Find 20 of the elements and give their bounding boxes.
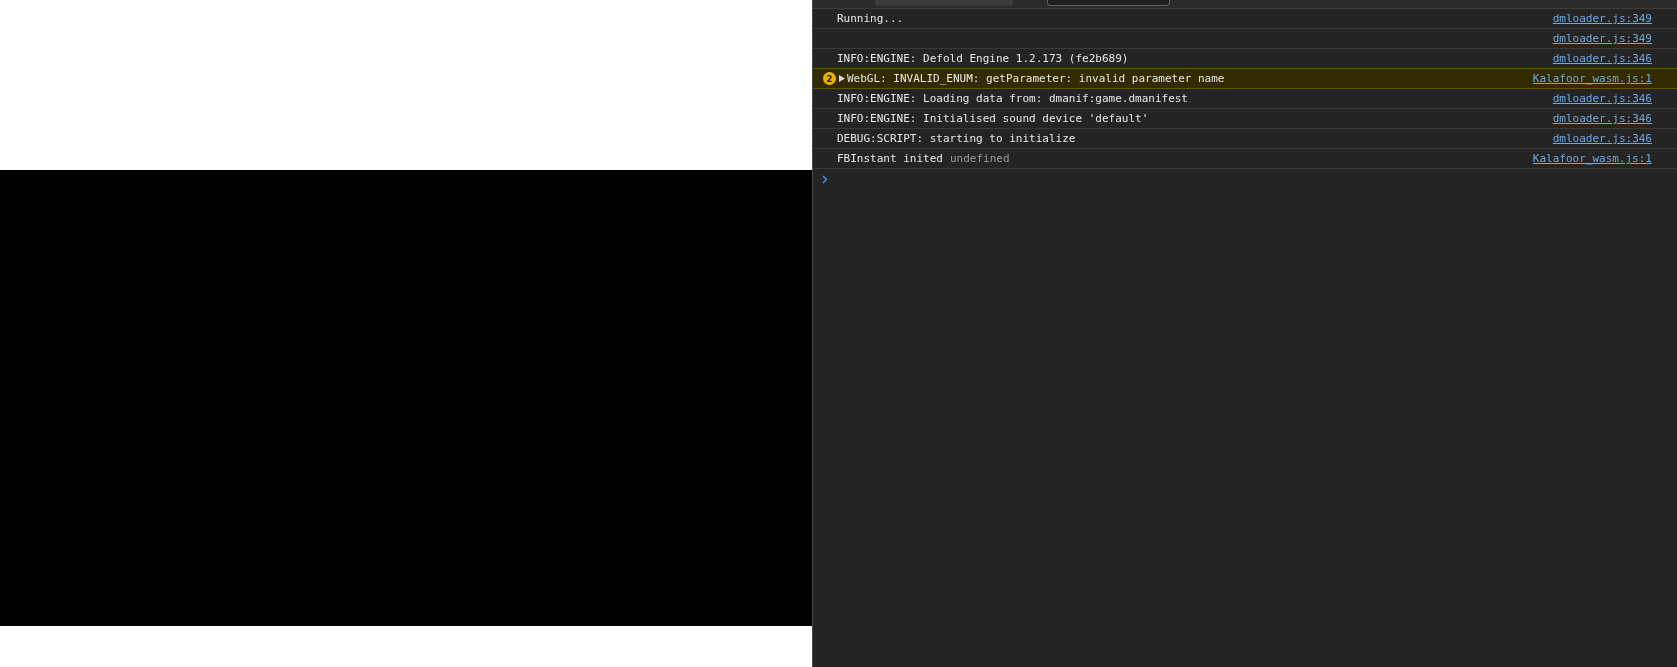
source-link[interactable]: dmloader.js:346 bbox=[1552, 112, 1652, 125]
log-message: DEBUG:SCRIPT: starting to initialize bbox=[837, 132, 1076, 145]
collapsed-triangle-icon[interactable] bbox=[839, 75, 845, 82]
prompt-chevron-icon bbox=[822, 174, 828, 184]
count-badge: 2 bbox=[823, 72, 836, 85]
log-value: undefined bbox=[949, 152, 1010, 165]
source-link[interactable]: Kalafoor_wasm.js:1 bbox=[1532, 72, 1652, 85]
warning-message: WebGL: INVALID_ENUM: getParameter: invalid parameter name bbox=[847, 72, 1225, 85]
log-message: INFO:ENGINE: Defold Engine 1.2.173 (fe2b689) bbox=[837, 52, 1129, 65]
log-message: INFO:ENGINE: Initialised sound device 'default' bbox=[837, 112, 1149, 125]
source-link[interactable]: dmloader.js:349 bbox=[1552, 32, 1652, 45]
source-link[interactable]: dmloader.js:346 bbox=[1552, 132, 1652, 145]
filter-field[interactable] bbox=[1047, 0, 1170, 6]
log-message: FBInstant inited bbox=[837, 152, 943, 165]
log-message: INFO:ENGINE: Loading data from: dmanif:game.dmanifest bbox=[837, 92, 1188, 105]
source-link[interactable]: dmloader.js:346 bbox=[1552, 92, 1652, 105]
source-link[interactable]: Kalafoor_wasm.js:1 bbox=[1532, 152, 1652, 165]
log-message: Running... bbox=[837, 12, 904, 25]
source-link[interactable]: dmloader.js:346 bbox=[1552, 52, 1652, 65]
source-link[interactable]: dmloader.js:349 bbox=[1552, 12, 1652, 25]
